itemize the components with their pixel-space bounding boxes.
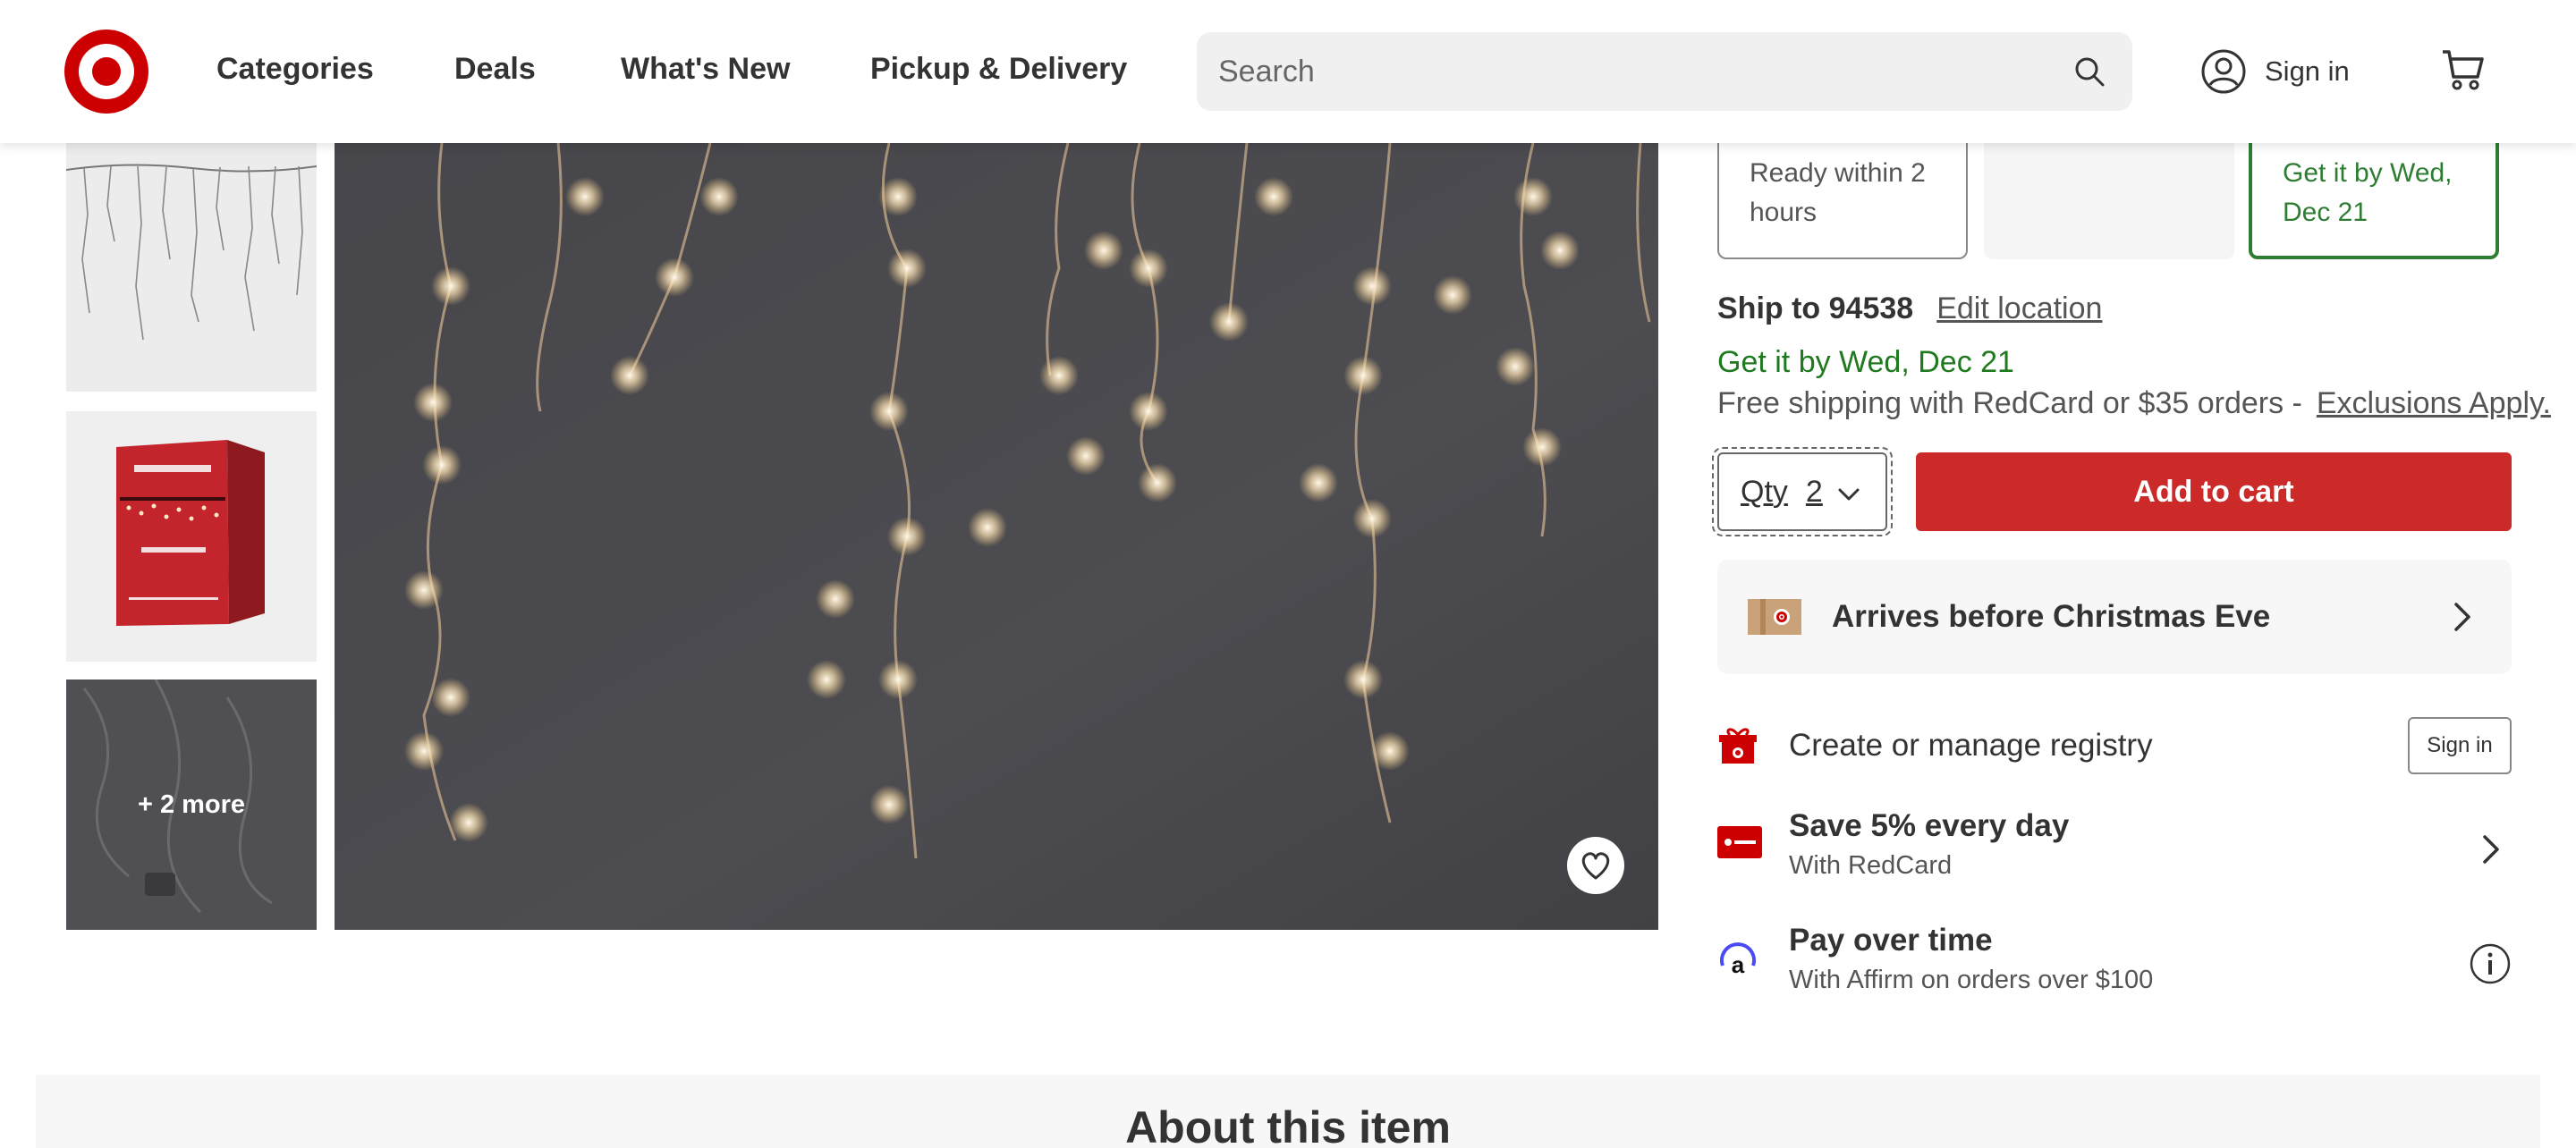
cart-icon[interactable] — [2440, 46, 2487, 93]
icicle-lights-photo — [335, 143, 1658, 930]
chevron-down-icon — [1838, 488, 1860, 501]
main-product-image[interactable] — [335, 143, 1658, 930]
arrives-label: Arrives before Christmas Eve — [1832, 599, 2271, 634]
more-images-label: + 2 more — [137, 789, 246, 819]
redcard-subtitle: With RedCard — [1789, 851, 1953, 880]
registry-sign-in-button[interactable]: Sign in — [2408, 717, 2512, 774]
free-shipping-text: Free shipping with RedCard or $35 orders… — [1717, 386, 2302, 420]
chevron-right-icon[interactable] — [2474, 831, 2506, 867]
chevron-right-icon — [2454, 603, 2470, 631]
affirm-subtitle: With Affirm on orders over $100 — [1789, 966, 2154, 994]
nav-pickup-delivery[interactable]: Pickup & Delivery — [870, 52, 1127, 87]
edit-location-link[interactable]: Edit location — [1936, 291, 2102, 325]
product-page: Categories Deals What's New Pickup & Del… — [0, 0, 2576, 1148]
redcard-title[interactable]: Save 5% every day — [1789, 808, 2069, 844]
shipping-card-text: Get it by Wed, Dec 21 — [2283, 158, 2453, 227]
gift-icon — [1719, 728, 1757, 764]
icicle-lights-thumbnail-image — [66, 143, 317, 392]
affirm-title[interactable]: Pay over time — [1789, 923, 1993, 958]
nav-whats-new[interactable]: What's New — [621, 52, 790, 87]
ship-to-label: Ship to 94538 — [1717, 291, 1914, 325]
nav-categories[interactable]: Categories — [216, 52, 374, 87]
sign-in-button[interactable]: Sign in — [2200, 45, 2350, 98]
account-icon — [2201, 49, 2246, 94]
thumbnail-product-box[interactable] — [66, 411, 317, 662]
arrives-before-christmas-banner[interactable]: Arrives before Christmas Eve — [1717, 560, 2512, 674]
registry-label[interactable]: Create or manage registry — [1789, 728, 2153, 764]
thumbnail-lights-white[interactable] — [66, 143, 317, 392]
qty-label: Qty — [1741, 474, 1788, 509]
favorite-button[interactable] — [1567, 837, 1624, 894]
about-title: About this item — [1125, 1102, 1451, 1148]
delivery-date: Get it by Wed, Dec 21 — [1717, 345, 2014, 379]
search-input[interactable] — [1218, 32, 2059, 111]
affirm-icon: a — [1720, 942, 1756, 978]
sign-in-label: Sign in — [2265, 55, 2350, 87]
redcard-icon — [1717, 826, 1762, 858]
svg-text:a: a — [1732, 951, 1745, 978]
qty-value: 2 — [1805, 474, 1823, 509]
site-header: Categories Deals What's New Pickup & Del… — [0, 0, 2576, 143]
package-icon — [1748, 599, 1801, 635]
free-shipping-row: Free shipping with RedCard or $35 orders… — [1717, 386, 2551, 421]
about-section: About this item — [36, 1075, 2540, 1148]
product-box-image — [66, 411, 317, 662]
search-icon[interactable] — [2073, 55, 2106, 88]
add-to-cart-button[interactable]: Add to cart — [1916, 452, 2512, 531]
quantity-select[interactable]: Qty 2 — [1712, 447, 1893, 536]
exclusions-link[interactable]: Exclusions Apply. — [2317, 386, 2551, 420]
info-icon[interactable] — [2469, 942, 2512, 985]
thumbnail-more-images[interactable]: + 2 more — [66, 680, 317, 930]
target-logo-icon[interactable] — [64, 30, 148, 114]
nav-deals[interactable]: Deals — [454, 52, 536, 87]
heart-icon — [1581, 852, 1610, 880]
ship-to-row: Ship to 94538 Edit location — [1717, 291, 2102, 326]
pickup-text: Ready within 2 hours — [1750, 158, 1926, 227]
search-bar — [1197, 32, 2132, 111]
